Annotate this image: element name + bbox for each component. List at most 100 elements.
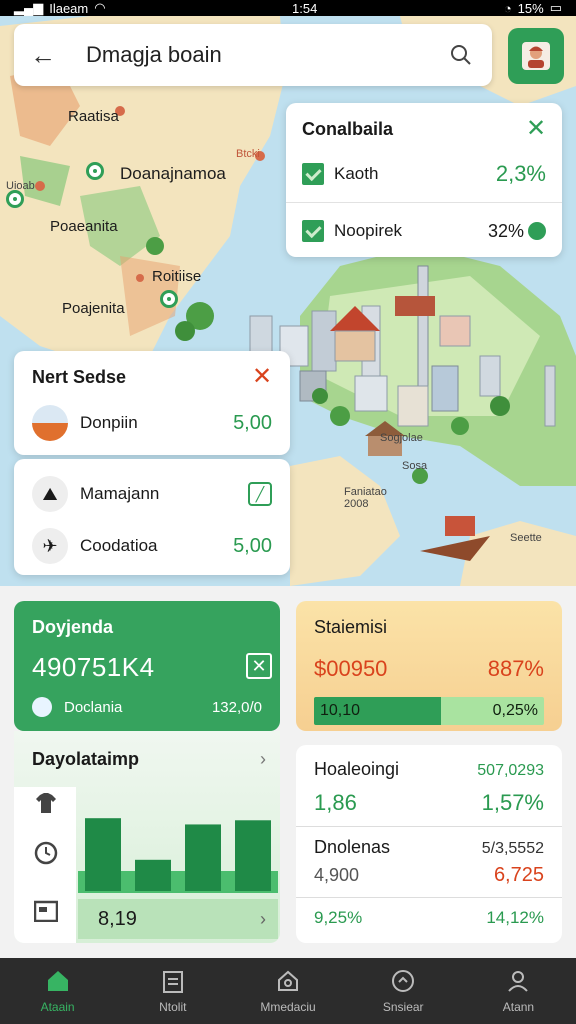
chart-bar[interactable] <box>85 818 121 891</box>
chart-title: Dayolataimp <box>32 749 140 769</box>
map-label: Poajenita <box>62 300 125 317</box>
close-icon[interactable]: ✕ <box>526 117 546 141</box>
summary-tile[interactable]: Doyjenda 490751K4 ✕ Doclania 132,0/0 <box>14 601 280 731</box>
close-icon[interactable]: ✕ <box>252 365 272 389</box>
map-label: Sogjolae <box>380 432 423 444</box>
map-label: Faniatao 2008 <box>344 486 387 510</box>
map-pin[interactable] <box>6 190 24 208</box>
tile-title: Staiemisi <box>314 617 388 637</box>
bar-chart <box>78 818 278 893</box>
chevron-right-icon[interactable]: › <box>260 749 266 770</box>
item-label: Donpiin <box>80 413 138 432</box>
search-icon[interactable] <box>446 40 476 70</box>
profile-button[interactable] <box>508 28 564 84</box>
bottom-nav: Ataain Ntolit Mmedaciu Snsiear Atann <box>0 958 576 1024</box>
route-icon: ⛰ <box>32 476 68 512</box>
stats-value: 5/3,5552 <box>481 840 544 857</box>
tile-value: 490751K4 <box>32 652 155 682</box>
item-value: 5,00 <box>233 534 272 557</box>
signal-icon: ▂▄▆ <box>14 0 44 15</box>
stats-value: 507,0293 <box>477 762 544 779</box>
nav-label: Snsiear <box>382 1000 424 1014</box>
nav-item-media[interactable]: Mmedaciu <box>230 958 345 1024</box>
clock: 1:54 <box>292 0 318 16</box>
item-label: Mamajann <box>80 484 160 503</box>
progress-bar: 10,10 0,25% <box>314 697 544 725</box>
search-query[interactable]: Dmagja boain <box>60 42 446 68</box>
card-row[interactable]: Noopirek 32% <box>302 203 546 259</box>
sub-value: 132,0/0 <box>211 698 262 716</box>
tile-row: $00950 887% <box>314 656 544 682</box>
nav-item-notes[interactable]: Ntolit <box>115 958 230 1024</box>
nav-item-home[interactable]: Ataain <box>0 958 115 1024</box>
tile-title: Doyjenda <box>32 617 114 637</box>
list-item[interactable]: ⛰ Mamajann ╱ <box>32 471 272 517</box>
map-label: Sosa <box>402 460 428 472</box>
footer-value: 8,19 <box>98 907 137 930</box>
card-row[interactable]: Kaoth 2,3% <box>302 146 546 202</box>
stats-row: 9,25% 14,12% <box>314 908 544 928</box>
divider <box>296 897 562 898</box>
compass-icon <box>390 968 416 994</box>
stats-row: Hoaleoingi 507,0293 <box>314 759 544 780</box>
chart-tile[interactable]: Dayolataimp › 8,19 › <box>14 731 280 943</box>
media-icon <box>275 968 301 994</box>
close-square-icon[interactable]: ✕ <box>246 653 272 679</box>
info-card-left: Nert Sedse ✕ Donpiin 5,00 <box>14 351 290 455</box>
badge-icon <box>528 222 546 240</box>
back-arrow-icon[interactable]: ← <box>30 40 60 71</box>
list-item[interactable]: Donpiin 5,00 <box>32 400 272 446</box>
row-value: 32% <box>487 220 524 241</box>
statement-tile[interactable]: Staiemisi $00950 887% 10,10 0,25% <box>296 601 562 731</box>
battery-label: 15% <box>517 0 544 16</box>
user-icon <box>505 968 531 994</box>
calendar-icon[interactable] <box>32 897 60 925</box>
stats-row: 1,86 1,57% <box>314 790 544 816</box>
map-label: Btcki <box>236 148 260 160</box>
stats-label: Hoaleoingi <box>314 759 400 779</box>
list-item[interactable]: ✈ Coodatioa 5,00 <box>32 523 272 569</box>
percent-value: 887% <box>487 656 544 681</box>
nav-item-account[interactable]: Atann <box>461 958 576 1024</box>
shirt-icon[interactable] <box>32 789 60 817</box>
search-bar[interactable]: ← Dmagja boain <box>14 24 492 86</box>
check-icon[interactable] <box>302 163 324 185</box>
stats-value: 14,12% <box>486 908 544 927</box>
nav-item-search[interactable]: Snsiear <box>346 958 461 1024</box>
chevron-right-icon[interactable]: › <box>260 909 266 930</box>
map-label: Seette <box>510 532 542 544</box>
stats-row: 4,900 6,725 <box>314 864 544 887</box>
divider <box>296 826 562 827</box>
item-label: Coodatioa <box>80 536 158 555</box>
item-avatar-icon <box>32 405 68 441</box>
amount-value: $00950 <box>314 656 388 681</box>
wifi-icon: ◠ <box>94 0 106 15</box>
app-root: ▂▄▆ Ilaeam ◠ 1:54 ◔ 15% ▭ Raatisa Doanaj… <box>0 0 576 1024</box>
map-pin[interactable] <box>86 162 104 180</box>
map-label: Poaeanita <box>50 218 118 235</box>
stats-label: Dnolenas <box>314 837 391 857</box>
sub-label: Doclania <box>64 698 123 716</box>
chart-footer[interactable]: 8,19 › <box>78 899 278 939</box>
pencil-icon <box>32 697 52 717</box>
chart-bar[interactable] <box>135 859 171 891</box>
stats-value: 1,86 <box>314 790 357 815</box>
status-bar: ▂▄▆ Ilaeam ◠ 1:54 ◔ 15% ▭ <box>0 0 576 16</box>
row-label: Kaoth <box>334 164 379 183</box>
row-value: 2,3% <box>495 161 546 186</box>
chart-bar[interactable] <box>235 820 271 891</box>
alarm-icon: ◔ <box>503 0 512 16</box>
check-icon[interactable] <box>302 220 324 242</box>
nav-label: Mmedaciu <box>260 1000 316 1014</box>
edit-icon[interactable]: ╱ <box>248 482 272 506</box>
tile-subrow: Doclania 132,0/0 <box>32 697 262 717</box>
clock-icon[interactable] <box>32 839 60 867</box>
stats-tile[interactable]: Hoaleoingi 507,0293 1,86 1,57% Dnolenas … <box>296 745 562 943</box>
map-label: Doanajnamoa <box>120 164 226 183</box>
chart-bar[interactable] <box>185 824 221 891</box>
item-value: 5,00 <box>233 411 272 434</box>
progress-left-label: 10,10 <box>320 702 361 719</box>
map-pin[interactable] <box>160 290 178 308</box>
stats-value: 1,57% <box>481 790 544 815</box>
map-label: Roitiise <box>152 268 202 285</box>
